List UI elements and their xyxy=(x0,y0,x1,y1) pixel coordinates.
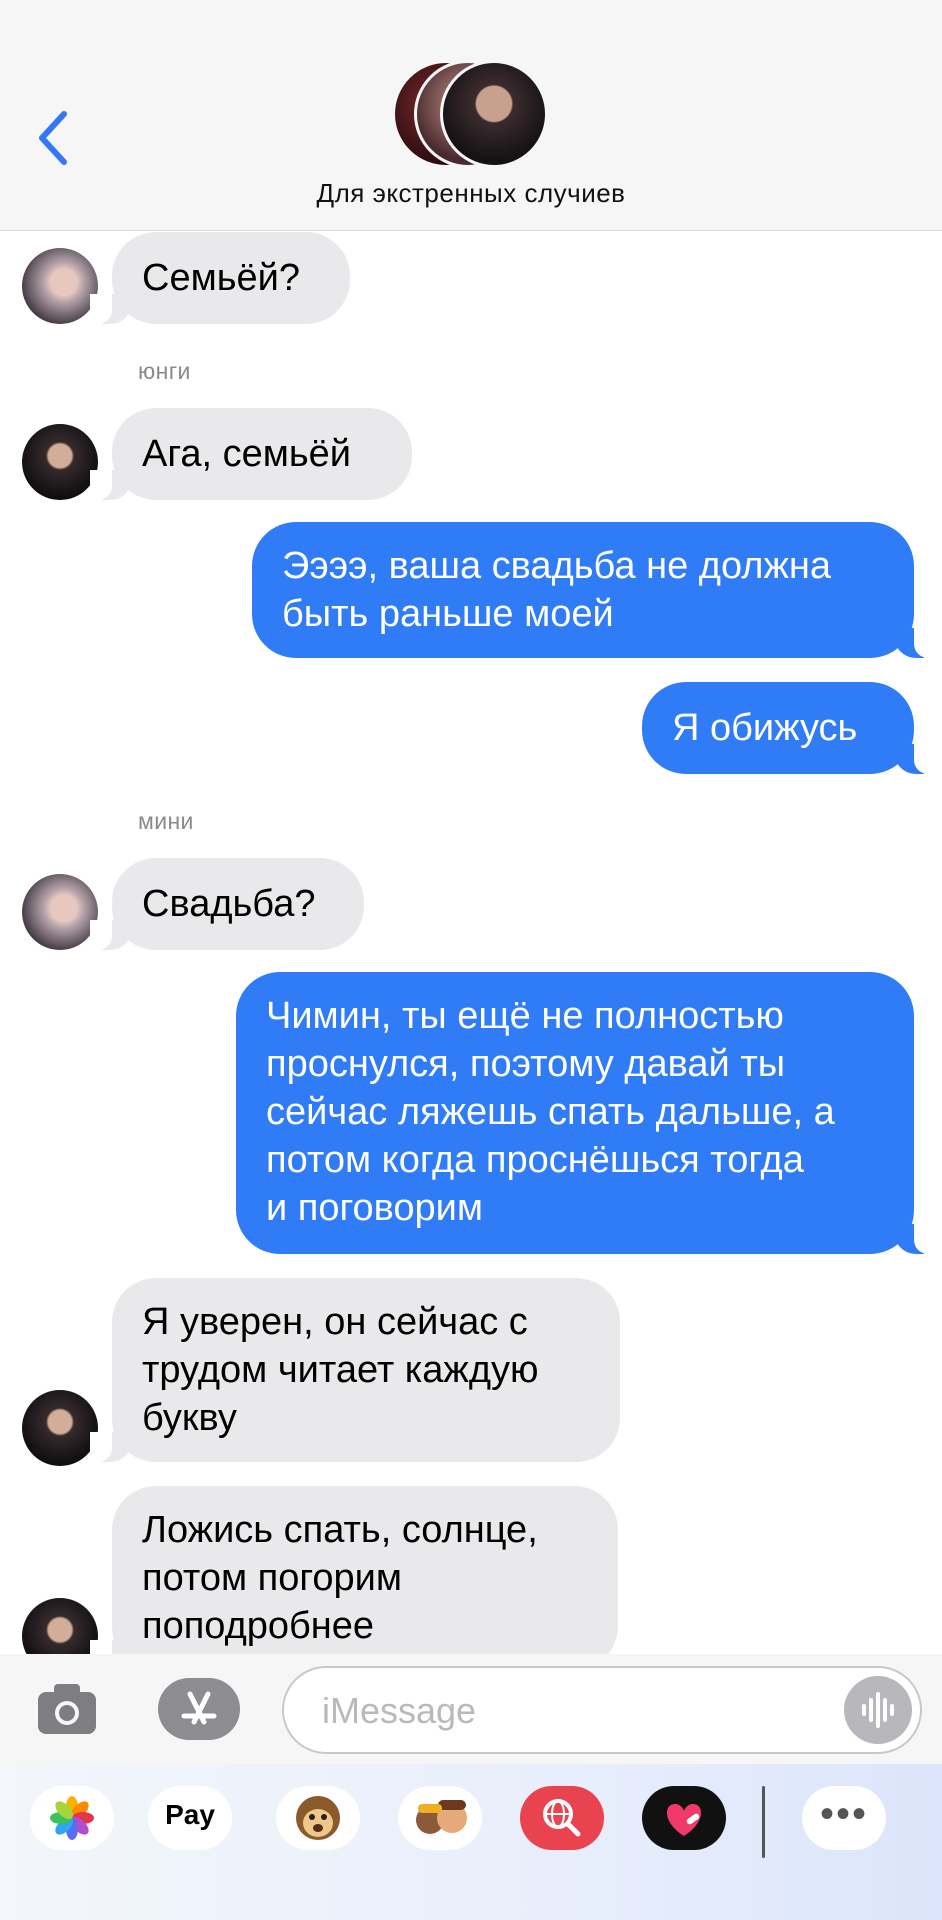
conversation-title[interactable]: Для экстренных случиев xyxy=(0,178,942,209)
app-drawer: Pay ••• xyxy=(0,1764,942,1920)
message-bubble-outgoing[interactable]: Я обижусь xyxy=(642,682,936,774)
message-bubble-outgoing[interactable]: Ээээ, ваша свадьба не должна быть раньше… xyxy=(252,522,936,658)
sender-name: юнги xyxy=(138,358,191,384)
message-input[interactable]: iMessage xyxy=(282,1666,922,1754)
message-line: быть раньше моей xyxy=(282,593,614,635)
message-bubble-incoming[interactable]: Ага, семьёй xyxy=(90,408,412,500)
conversation-header: Для экстренных случиев xyxy=(0,0,942,231)
more-icon: ••• xyxy=(819,1792,868,1836)
avatar[interactable] xyxy=(22,248,98,324)
message-text: Свадьба? xyxy=(142,883,316,925)
back-button[interactable] xyxy=(34,108,74,168)
apple-pay-button[interactable]: Pay xyxy=(148,1786,232,1850)
animoji-icon xyxy=(296,1796,340,1840)
message-line: трудом читает каждую xyxy=(142,1349,539,1391)
message-line: и поговорим xyxy=(266,1187,484,1229)
avatar[interactable] xyxy=(22,874,98,950)
message-bubble-incoming[interactable]: Семьёй? xyxy=(90,232,350,324)
message-text: Семьёй? xyxy=(142,257,300,299)
message-bubble-incoming[interactable]: Свадьба? xyxy=(90,858,364,950)
avatar[interactable] xyxy=(22,1390,98,1466)
message-text: Я обижусь xyxy=(672,707,858,749)
group-avatar-stack[interactable] xyxy=(392,60,552,168)
sender-name: мини xyxy=(138,808,194,834)
memoji-icon xyxy=(416,1800,467,1834)
more-apps-button[interactable]: ••• xyxy=(802,1786,886,1850)
chevron-left-icon xyxy=(39,111,67,165)
waveform-icon xyxy=(862,1692,894,1728)
message-line: Чимин, ты ещё не полностью xyxy=(266,995,784,1037)
message-line: потом когда проснёшься тогда xyxy=(266,1139,804,1181)
message-line: сейчас ляжешь спать дальше, а xyxy=(266,1091,835,1133)
message-line: проснулся, поэтому давай ты xyxy=(266,1043,786,1085)
message-line: потом погорим xyxy=(142,1557,403,1599)
message-bubble-incoming[interactable]: Ложись спать, солнце, потом погорим попо… xyxy=(90,1486,618,1670)
digital-touch-icon xyxy=(666,1804,702,1836)
message-line: поподробнее xyxy=(142,1605,375,1647)
group-avatar xyxy=(440,60,548,168)
message-bubble-outgoing[interactable]: Чимин, ты ещё не полностью проснулся, по… xyxy=(236,972,936,1254)
apple-pay-icon: Pay xyxy=(165,1799,215,1830)
message-line: Ложись спать, солнце, xyxy=(142,1509,538,1551)
drawer-divider xyxy=(762,1786,765,1858)
message-line: Ээээ, ваша свадьба не должна xyxy=(282,545,831,587)
camera-button[interactable] xyxy=(36,1682,98,1736)
photos-icon xyxy=(50,1796,94,1840)
app-store-button[interactable] xyxy=(158,1678,240,1740)
memoji-button[interactable] xyxy=(398,1786,482,1850)
web-search-button[interactable] xyxy=(520,1786,604,1850)
camera-icon xyxy=(38,1684,96,1734)
message-bubble-incoming[interactable]: Я уверен, он сейчас с трудом читает кажд… xyxy=(90,1278,620,1462)
animoji-button[interactable] xyxy=(276,1786,360,1850)
message-line: Я уверен, он сейчас с xyxy=(142,1301,528,1343)
app-store-icon xyxy=(181,1691,217,1725)
message-line: букву xyxy=(142,1397,237,1439)
compose-bar: iMessage xyxy=(0,1654,942,1764)
digital-touch-button[interactable] xyxy=(642,1786,726,1850)
message-text: Ага, семьёй xyxy=(142,433,352,475)
voice-message-button[interactable] xyxy=(844,1676,912,1744)
avatar[interactable] xyxy=(22,424,98,500)
message-input-placeholder: iMessage xyxy=(322,1690,477,1731)
photos-app-button[interactable] xyxy=(30,1786,114,1850)
web-search-icon xyxy=(543,1799,581,1837)
